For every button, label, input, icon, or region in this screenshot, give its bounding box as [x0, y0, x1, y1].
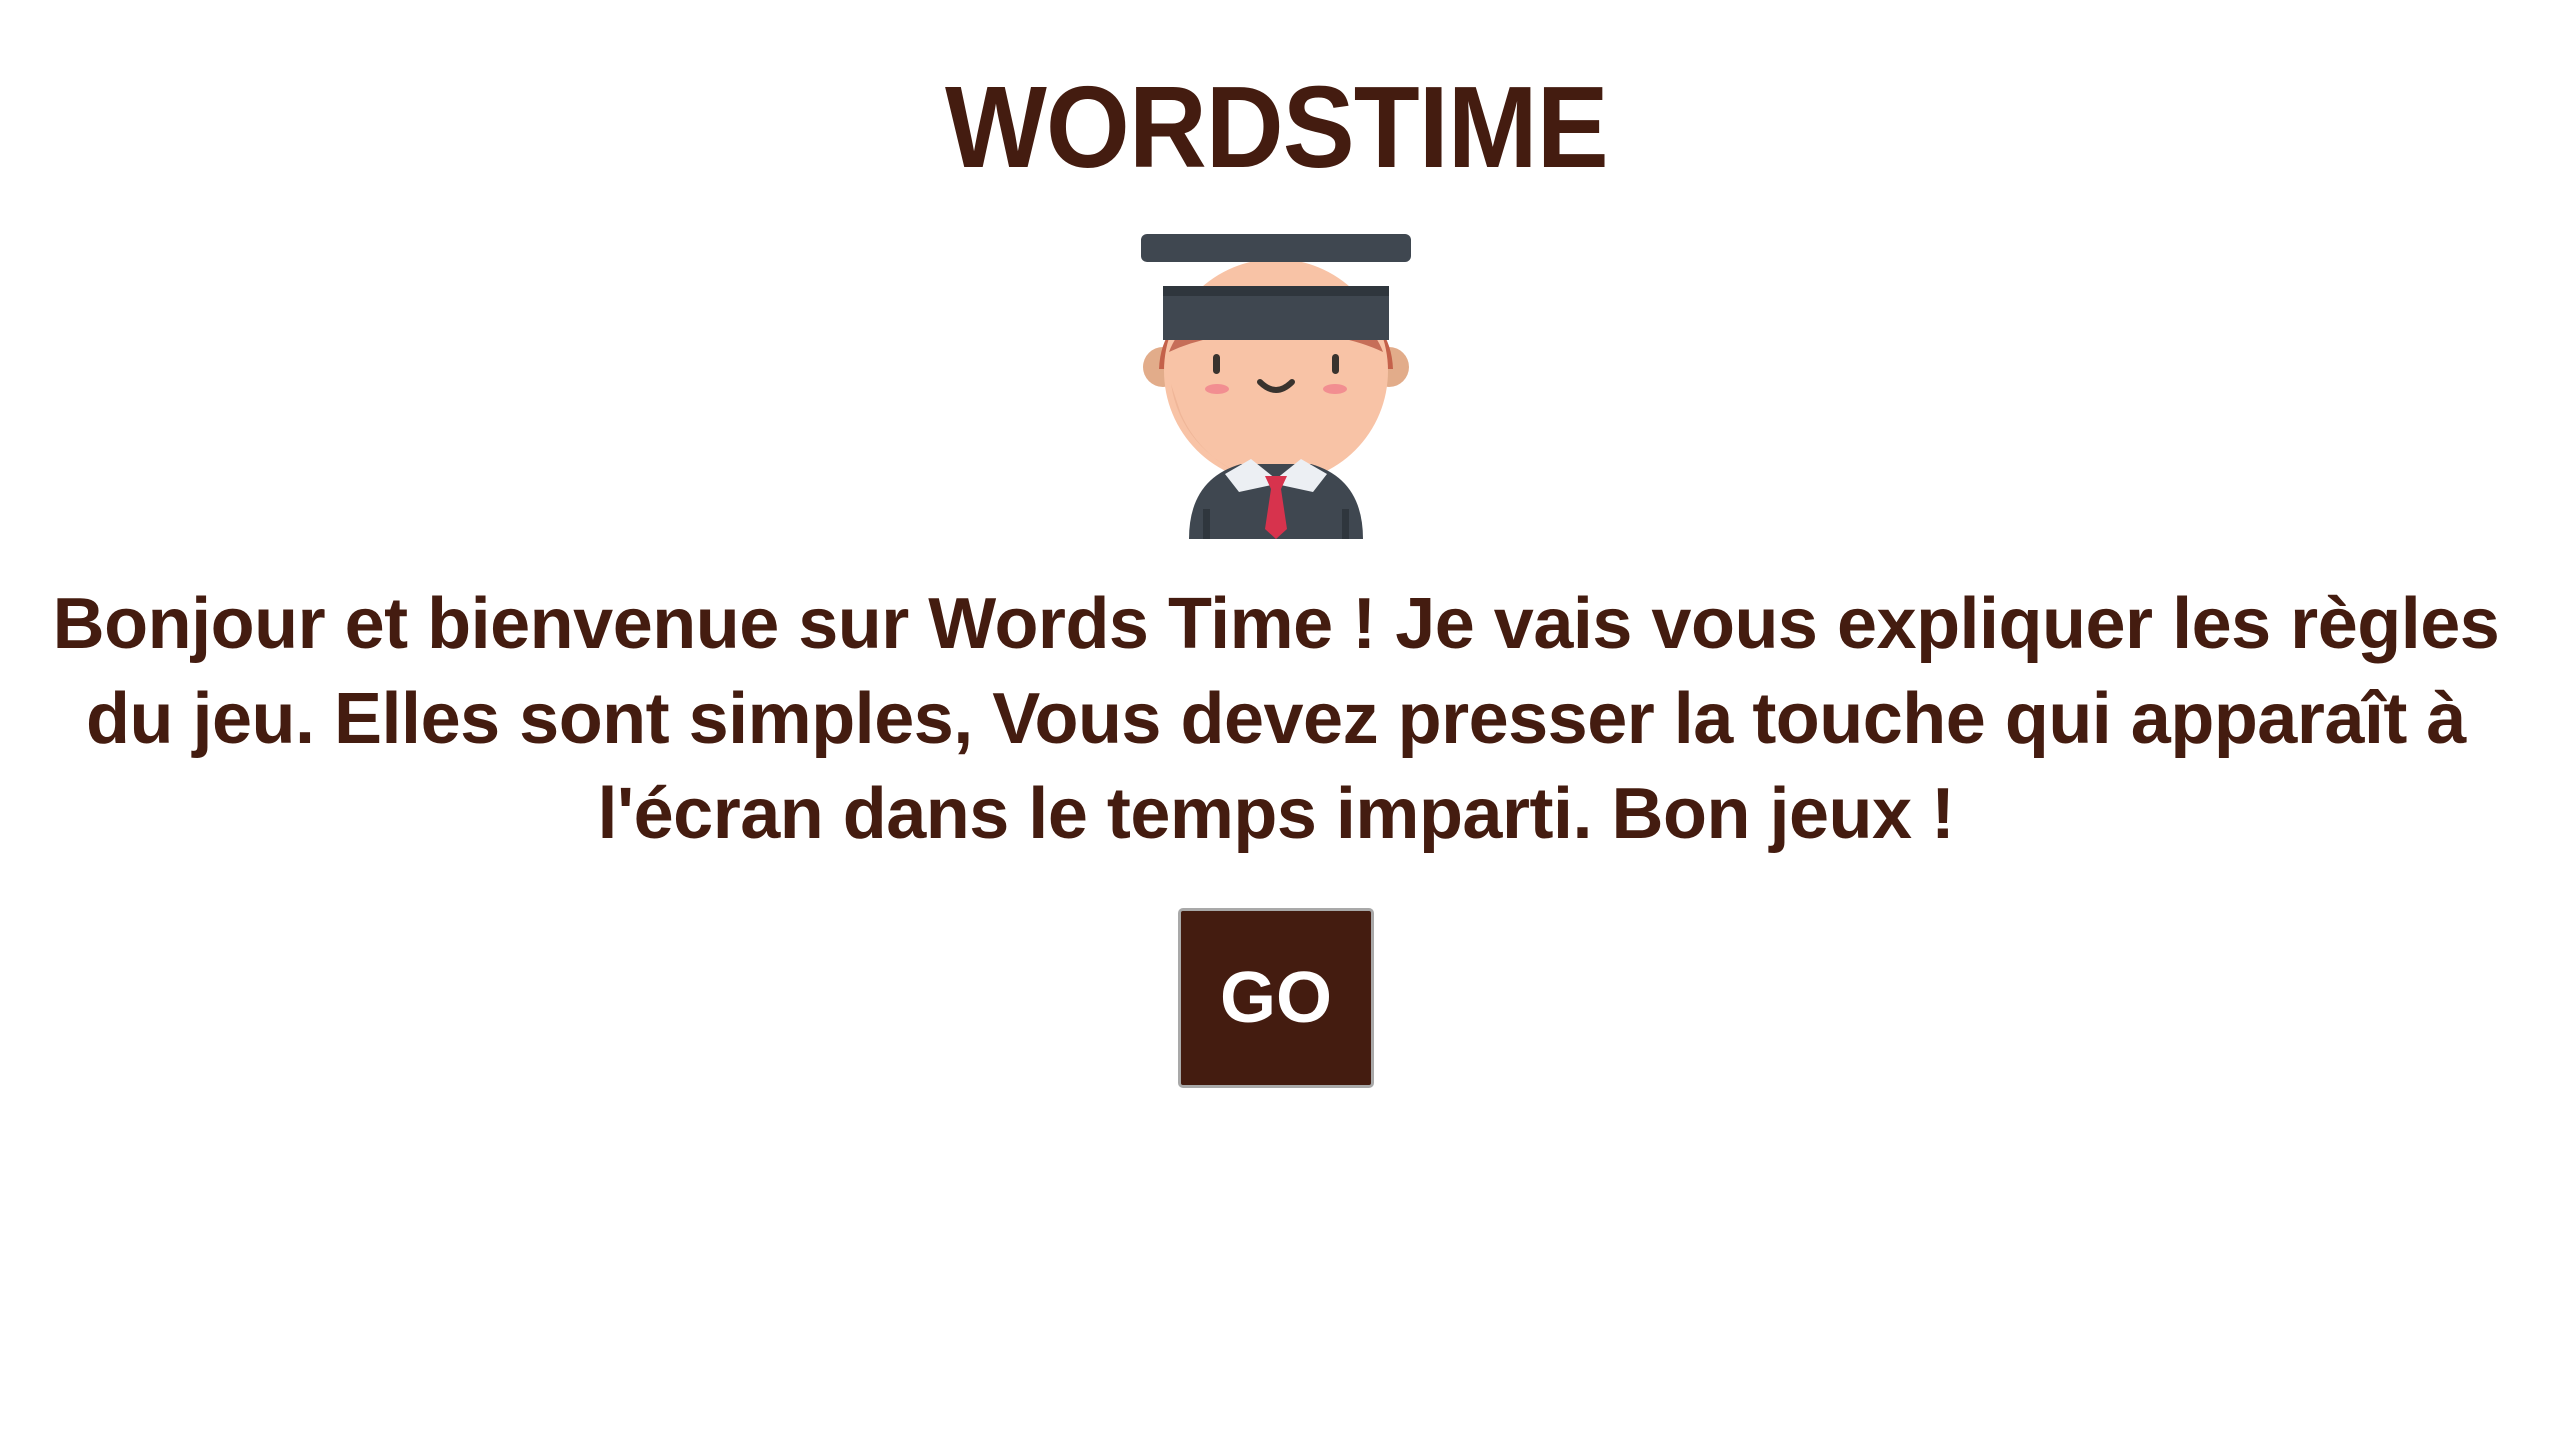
go-button[interactable]: GO: [1178, 908, 1374, 1088]
page-title: WORDSTIME: [944, 62, 1609, 192]
rules-text: Bonjour et bienvenue sur Words Time ! Je…: [52, 584, 2500, 854]
welcome-screen: WORDSTIME Bonjour et bienvenue sur Words: [0, 0, 2552, 1447]
graduate-student-icon: [1141, 234, 1411, 539]
